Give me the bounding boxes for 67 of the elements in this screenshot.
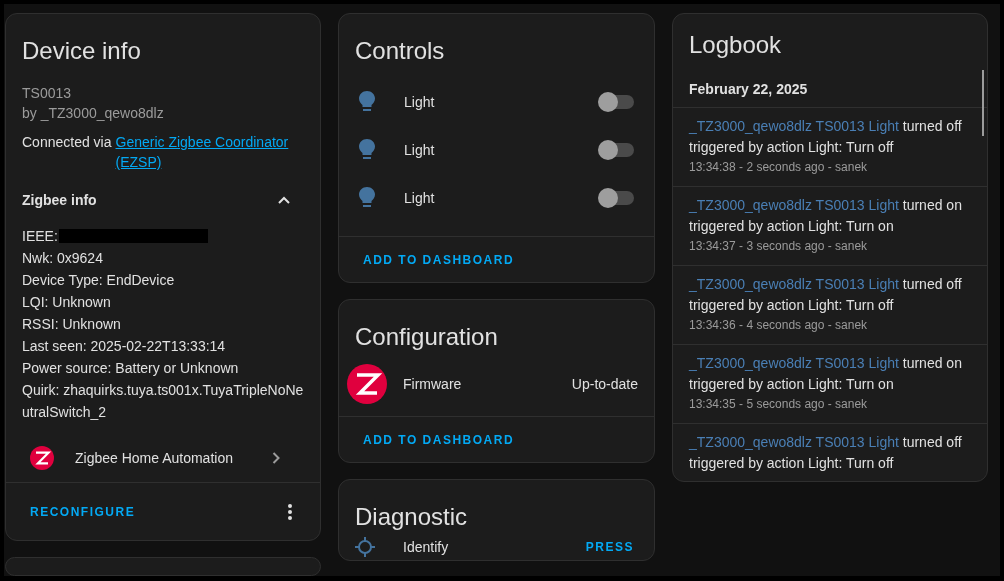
device-manufacturer: by _TZ3000_qewo8dlz	[22, 104, 165, 123]
card-title: Logbook	[688, 30, 783, 60]
toggle-switch[interactable]	[598, 92, 634, 112]
entity-row[interactable]: Light	[339, 126, 654, 174]
info-line: Last seen: 2025-02-22T13:33:14	[22, 337, 227, 356]
entity-name: Firmware	[403, 374, 463, 394]
log-time: 13:34:36 - 4 seconds ago - sanek	[689, 317, 869, 334]
integration-name: Zigbee Home Automation	[75, 448, 234, 468]
log-trigger: triggered by action Light: Turn off	[689, 296, 895, 315]
log-message: _TZ3000_qewo8dlz TS0013 Light turned off	[689, 275, 963, 294]
section-title: Zigbee info	[22, 190, 97, 210]
entity-name: Light	[404, 92, 436, 112]
entity-state: Up-to-date	[571, 374, 638, 394]
entity-link[interactable]: _TZ3000_qewo8dlz TS0013 Light	[689, 355, 899, 371]
integration-row[interactable]: Zigbee Home Automation	[6, 434, 320, 482]
entity-row[interactable]: Light	[339, 174, 654, 222]
reconfigure-button[interactable]: RECONFIGURE	[22, 498, 144, 525]
add-to-dashboard-button[interactable]: ADD TO DASHBOARD	[355, 246, 523, 273]
log-message: _TZ3000_qewo8dlz TS0013 Light turned off	[689, 433, 963, 452]
zigbee-logo-icon	[347, 364, 387, 404]
toggle-switch[interactable]	[598, 140, 634, 160]
entity-link[interactable]: _TZ3000_qewo8dlz TS0013 Light	[689, 434, 899, 450]
ieee-label: IEEE:	[22, 227, 58, 246]
lightbulb-icon	[359, 91, 375, 113]
entity-row[interactable]: Light	[339, 78, 654, 126]
info-line: Nwk: 0x9624	[22, 249, 104, 268]
crosshair-icon	[355, 537, 375, 557]
zigbee-logo-icon	[30, 446, 54, 470]
add-to-dashboard-button[interactable]: ADD TO DASHBOARD	[355, 426, 523, 453]
press-button[interactable]: PRESS	[577, 538, 642, 556]
card-title: Diagnostic	[354, 502, 469, 532]
log-trigger: triggered by action Light: Turn off	[689, 454, 895, 473]
more-options-icon[interactable]	[288, 503, 292, 520]
info-line: Device Type: EndDevice	[22, 271, 176, 290]
card-title: Configuration	[354, 322, 499, 352]
log-time: 13:34:37 - 3 seconds ago - sanek	[689, 238, 869, 255]
entity-row[interactable]: Identify PRESS	[339, 534, 654, 560]
toggle-switch[interactable]	[598, 188, 634, 208]
card-title: Controls	[354, 36, 446, 66]
lightbulb-icon	[359, 187, 375, 209]
connected-via-label: Connected via	[22, 133, 112, 152]
log-time: 13:34:38 - 2 seconds ago - sanek	[689, 159, 869, 176]
entity-row[interactable]: Firmware Up-to-date	[339, 356, 654, 412]
log-trigger: triggered by action Light: Turn on	[689, 375, 895, 394]
info-line: Power source: Battery or Unknown	[22, 359, 240, 378]
entity-link[interactable]: _TZ3000_qewo8dlz TS0013 Light	[689, 197, 899, 213]
scrollbar-thumb[interactable]	[982, 70, 984, 136]
entity-name: Light	[404, 140, 436, 160]
log-trigger: triggered by action Light: Turn on	[689, 217, 895, 236]
info-line: LQI: Unknown	[22, 293, 112, 312]
log-message: _TZ3000_qewo8dlz TS0013 Light turned off	[689, 117, 963, 136]
lightbulb-icon	[359, 139, 375, 161]
log-time: 13:34:35 - 5 seconds ago - sanek	[689, 396, 869, 413]
coordinator-link[interactable]: Generic Zigbee Coordinator (EZSP)	[115, 132, 296, 172]
card-title: Device info	[22, 36, 142, 66]
log-message: _TZ3000_qewo8dlz TS0013 Light turned on	[689, 196, 963, 215]
log-message: _TZ3000_qewo8dlz TS0013 Light turned on	[689, 354, 963, 373]
info-line: RSSI: Unknown	[22, 315, 122, 334]
chevron-up-icon[interactable]	[278, 196, 290, 204]
entity-name: Identify	[403, 537, 450, 557]
entity-link[interactable]: _TZ3000_qewo8dlz TS0013 Light	[689, 276, 899, 292]
device-model: TS0013	[22, 84, 73, 103]
entity-name: Light	[404, 188, 436, 208]
entity-link[interactable]: _TZ3000_qewo8dlz TS0013 Light	[689, 118, 899, 134]
info-line: Quirk: zhaquirks.tuya.ts001x.TuyaTripleNoNeutralSwitch_2	[22, 381, 304, 422]
chevron-right-icon	[272, 452, 280, 464]
log-trigger: triggered by action Light: Turn off	[689, 138, 895, 157]
